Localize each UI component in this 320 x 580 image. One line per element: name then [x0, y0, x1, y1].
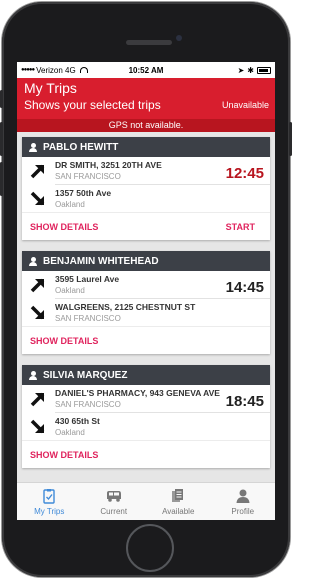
documents-icon	[172, 489, 184, 502]
pickup-arrow-icon	[30, 164, 45, 179]
app-screen: ●●●●● Verizon 4G 10:52 AM ➤ ✱ My Trips S…	[17, 62, 275, 520]
mute-switch	[0, 90, 3, 108]
availability-toggle[interactable]: Unavailable	[222, 100, 269, 110]
trip-time: 18:45	[225, 393, 264, 410]
dropoff-name: 1357 50th Ave	[55, 188, 112, 198]
dropoff-arrow-icon	[30, 305, 45, 320]
trip-card-header: BENJAMIN WHITEHEAD	[22, 251, 270, 271]
dropoff-stop: 1357 50th Ave Oakland	[22, 185, 270, 212]
person-icon	[236, 489, 250, 503]
dropoff-stop: 430 65th St Oakland	[22, 413, 270, 440]
clipboard-check-icon	[43, 489, 55, 504]
power-button	[289, 122, 292, 156]
page-title: My Trips	[24, 80, 77, 96]
dropoff-arrow-icon	[30, 419, 45, 434]
trip-card-footer: SHOW DETAILS	[22, 440, 270, 468]
passenger-icon	[29, 142, 37, 152]
earpiece-speaker	[126, 40, 172, 45]
front-camera	[176, 35, 182, 41]
trip-card-header: SILVIA MARQUEZ	[22, 365, 270, 385]
dropoff-arrow-icon	[30, 191, 45, 206]
gps-warning-banner: GPS not available.	[17, 119, 275, 132]
trip-card-footer: SHOW DETAILS	[22, 326, 270, 354]
tab-profile[interactable]: Profile	[211, 483, 276, 520]
trip-time: 14:45	[225, 279, 264, 296]
show-details-button[interactable]: SHOW DETAILS	[30, 336, 98, 346]
dropoff-stop: WALGREENS, 2125 CHESTNUT ST SAN FRANCISC…	[22, 299, 270, 326]
dropoff-name: 430 65th St	[55, 416, 100, 426]
tab-bar: My Trips Current Available Profile	[17, 482, 275, 520]
start-trip-button[interactable]: START	[226, 222, 255, 232]
tab-label: My Trips	[34, 507, 65, 516]
dropoff-city: Oakland	[55, 428, 85, 437]
battery-icon	[257, 66, 271, 74]
volume-down-button	[0, 162, 3, 196]
tab-my-trips[interactable]: My Trips	[17, 483, 82, 520]
tab-current[interactable]: Current	[82, 483, 147, 520]
pickup-arrow-icon	[30, 278, 45, 293]
pickup-stop: DANIEL'S PHARMACY, 943 GENEVA AVE SAN FR…	[22, 385, 270, 412]
home-button[interactable]	[126, 524, 174, 572]
van-icon	[106, 491, 121, 502]
passenger-icon	[29, 256, 37, 266]
trip-card-header: PABLO HEWITT	[22, 137, 270, 157]
trip-time: 12:45	[225, 165, 264, 182]
status-bar: ●●●●● Verizon 4G 10:52 AM ➤ ✱	[17, 62, 275, 78]
trip-list: PABLO HEWITT DR SMITH, 3251 20TH AVE SAN…	[17, 132, 275, 468]
tab-label: Available	[162, 507, 195, 516]
dropoff-city: SAN FRANCISCO	[55, 314, 121, 323]
trip-card[interactable]: BENJAMIN WHITEHEAD 3595 Laurel Ave Oakla…	[22, 251, 270, 354]
pickup-stop: DR SMITH, 3251 20TH AVE SAN FRANCISCO 12…	[22, 157, 270, 184]
tab-label: Profile	[231, 507, 255, 516]
trip-card-footer: SHOW DETAILS START	[22, 212, 270, 240]
pickup-stop: 3595 Laurel Ave Oakland 14:45	[22, 271, 270, 298]
pickup-arrow-icon	[30, 392, 45, 407]
passenger-name: PABLO HEWITT	[43, 141, 119, 153]
tab-label: Current	[100, 507, 128, 516]
dropoff-name: WALGREENS, 2125 CHESTNUT ST	[55, 302, 196, 312]
passenger-icon	[29, 370, 37, 380]
volume-up-button	[0, 122, 3, 156]
passenger-name: SILVIA MARQUEZ	[43, 369, 128, 381]
tab-available[interactable]: Available	[146, 483, 211, 520]
app-header: My Trips Shows your selected trips Unava…	[17, 78, 275, 119]
clock: 10:52 AM	[128, 65, 164, 75]
show-details-button[interactable]: SHOW DETAILS	[30, 222, 98, 232]
dropoff-city: Oakland	[55, 200, 85, 209]
show-details-button[interactable]: SHOW DETAILS	[30, 450, 98, 460]
trip-card[interactable]: PABLO HEWITT DR SMITH, 3251 20TH AVE SAN…	[22, 137, 270, 240]
trip-card[interactable]: SILVIA MARQUEZ DANIEL'S PHARMACY, 943 GE…	[22, 365, 270, 468]
passenger-name: BENJAMIN WHITEHEAD	[43, 255, 159, 267]
